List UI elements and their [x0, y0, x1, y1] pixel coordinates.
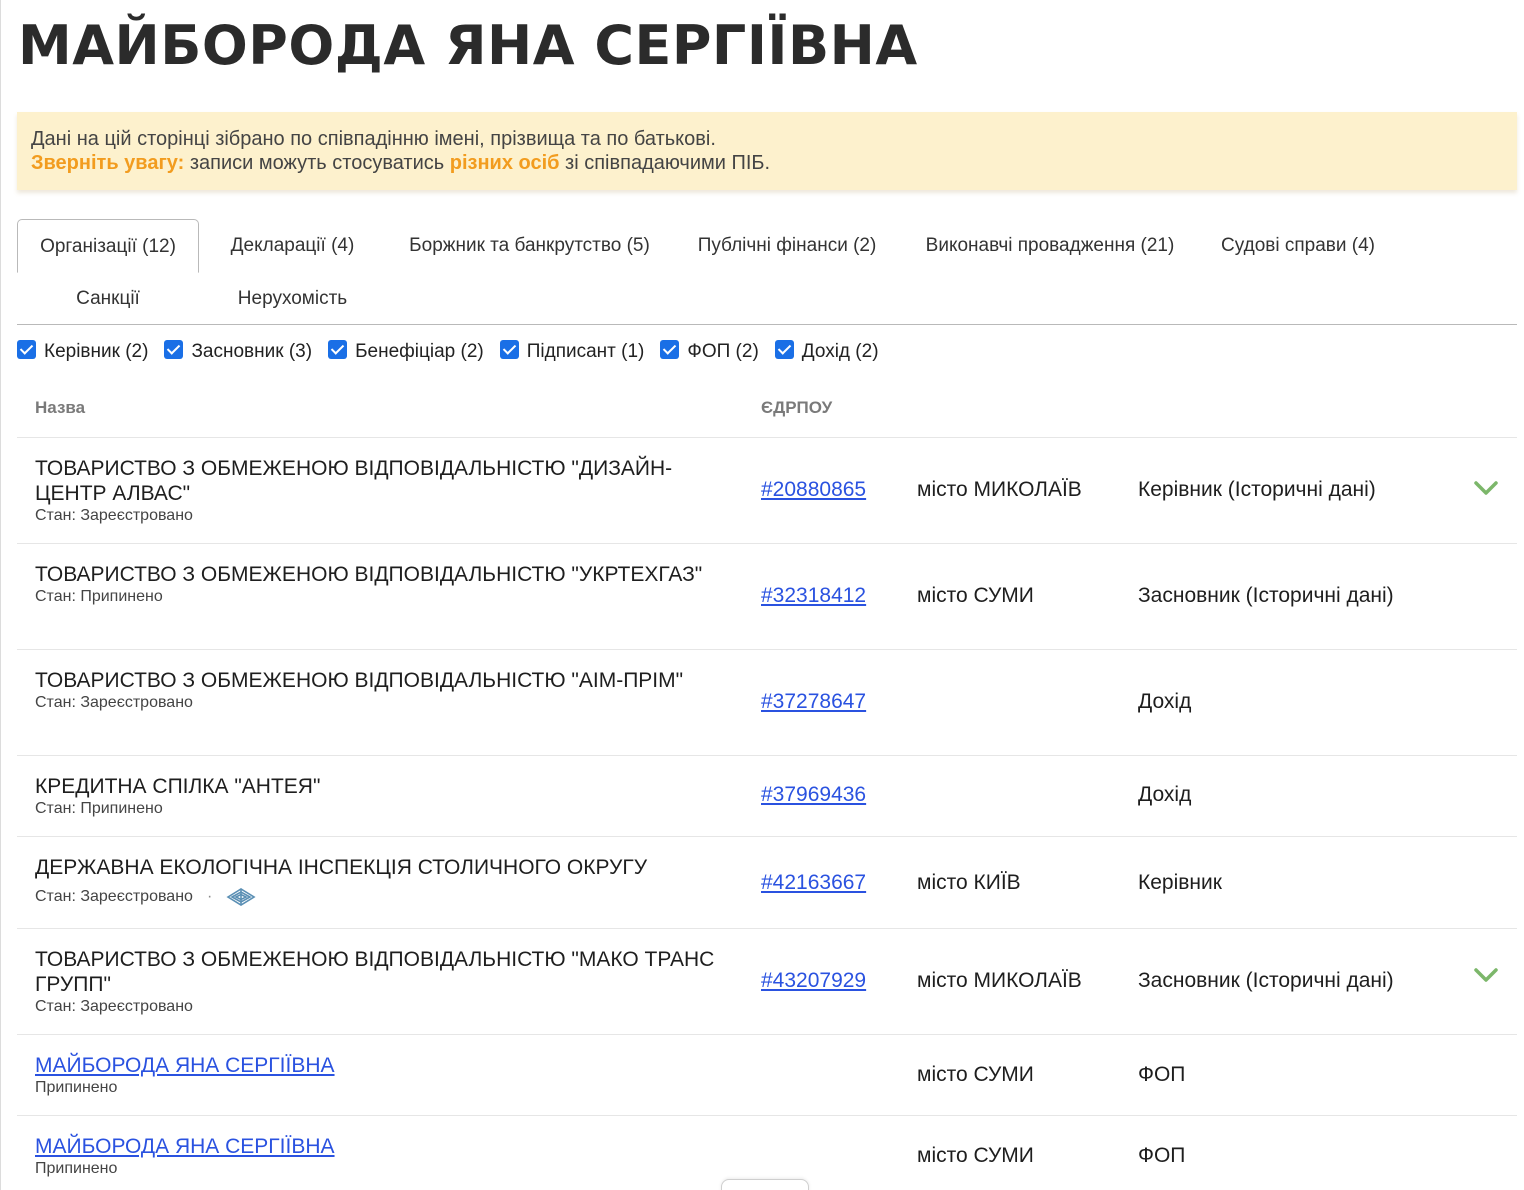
- filter-label: Підписант (1): [526, 341, 645, 362]
- table-row[interactable]: ТОВАРИСТВО З ОБМЕЖЕНОЮ ВІДПОВІДАЛЬНІСТЮ …: [17, 544, 1517, 650]
- org-role: ФОП: [1138, 1063, 1186, 1086]
- org-role: Дохід: [1138, 690, 1192, 713]
- checkbox-checked-icon[interactable]: [660, 339, 680, 359]
- tab-organizations[interactable]: Організації (12): [17, 219, 199, 273]
- table-row[interactable]: ДЕРЖАВНА ЕКОЛОГІЧНА ІНСПЕКЦІЯ СТОЛИЧНОГО…: [17, 837, 1517, 929]
- chevron-down-icon[interactable]: [1473, 965, 1499, 985]
- tab-debtor-bankruptcy[interactable]: Боржник та банкрутство (5): [397, 219, 662, 272]
- org-status: Стан: Припинено: [35, 588, 163, 605]
- org-role: Дохід: [1138, 783, 1192, 806]
- tab-sanctions[interactable]: Санкції: [17, 272, 199, 325]
- org-city: місто МИКОЛАЇВ: [917, 969, 1082, 992]
- checkbox-checked-icon[interactable]: [499, 339, 519, 359]
- tab-public-finance[interactable]: Публічні фінанси (2): [689, 219, 885, 272]
- tab-bar: Організації (12) Декларації (4) Боржник …: [17, 219, 1517, 325]
- chevron-down-icon[interactable]: [1473, 478, 1499, 498]
- filter-label: Керівник (2): [44, 341, 149, 362]
- org-city: місто КИЇВ: [917, 871, 1021, 894]
- org-city: місто МИКОЛАЇВ: [917, 478, 1082, 501]
- tab-enforcement[interactable]: Виконавчі провадження (21): [915, 219, 1185, 272]
- org-status: Припинено: [35, 1160, 118, 1177]
- org-status: Стан: Зареєстровано: [35, 888, 193, 906]
- org-status-line: Стан: Зареєстровано ·: [35, 886, 715, 908]
- filter-label: Засновник (3): [191, 341, 313, 362]
- edrpou-link[interactable]: #43207929: [761, 969, 866, 993]
- filter-signer[interactable]: Підписант (1): [499, 339, 645, 363]
- table-row[interactable]: КРЕДИТНА СПІЛКА "АНТЕЯ" Стан: Припинено …: [17, 756, 1517, 837]
- org-city: місто СУМИ: [917, 584, 1034, 607]
- table-row[interactable]: ТОВАРИСТВО З ОБМЕЖЕНОЮ ВІДПОВІДАЛЬНІСТЮ …: [17, 929, 1517, 1035]
- tab-declarations[interactable]: Декларації (4): [217, 219, 368, 272]
- notice-text-b: зі співпадаючими ПІБ.: [559, 152, 771, 174]
- filter-label: Дохід (2): [801, 341, 879, 362]
- filter-founder[interactable]: Засновник (3): [164, 339, 313, 363]
- organizations-table: Назва ЄДРПОУ ТОВАРИСТВО З ОБМЕЖЕНОЮ ВІДП…: [17, 380, 1517, 1190]
- org-city: місто СУМИ: [917, 1144, 1034, 1167]
- checkbox-checked-icon[interactable]: [164, 339, 184, 359]
- table-row[interactable]: ТОВАРИСТВО З ОБМЕЖЕНОЮ ВІДПОВІДАЛЬНІСТЮ …: [17, 650, 1517, 756]
- separator-dot: ·: [206, 888, 213, 906]
- checkbox-checked-icon[interactable]: [17, 339, 36, 359]
- notice-line-2: Зверніть увагу: записи можуть стосуватис…: [31, 151, 1503, 175]
- filter-income[interactable]: Дохід (2): [774, 339, 879, 363]
- filter-beneficiary[interactable]: Бенефіціар (2): [328, 339, 484, 363]
- role-filters: Керівник (2) Засновник (3) Бенефіціар (2…: [17, 338, 895, 366]
- org-name: ТОВАРИСТВО З ОБМЕЖЕНОЮ ВІДПОВІДАЛЬНІСТЮ …: [35, 563, 703, 586]
- table-row[interactable]: ТОВАРИСТВО З ОБМЕЖЕНОЮ ВІДПОВІДАЛЬНІСТЮ …: [17, 438, 1517, 544]
- notice-line-1: Дані на цій сторінці зібрано по співпаді…: [31, 128, 716, 150]
- tab-real-estate[interactable]: Нерухомість: [217, 272, 368, 325]
- edrpou-link[interactable]: #37969436: [761, 783, 866, 807]
- ministry-logo-icon: [226, 888, 256, 906]
- checkbox-checked-icon[interactable]: [328, 339, 348, 359]
- org-role: ФОП: [1138, 1144, 1186, 1167]
- org-role: Засновник (Історичні дані): [1138, 969, 1394, 992]
- column-header-edrpou: ЄДРПОУ: [761, 398, 833, 417]
- org-status: Стан: Припинено: [35, 800, 163, 817]
- edrpou-link[interactable]: #32318412: [761, 584, 866, 608]
- person-link[interactable]: МАЙБОРОДА ЯНА СЕРГІЇВНА: [35, 1134, 715, 1159]
- org-name: ТОВАРИСТВО З ОБМЕЖЕНОЮ ВІДПОВІДАЛЬНІСТЮ …: [35, 457, 673, 505]
- checkbox-checked-icon[interactable]: [774, 339, 794, 359]
- notice-attention: Зверніть увагу:: [31, 152, 185, 174]
- table-header: Назва ЄДРПОУ: [17, 380, 1517, 438]
- org-name: КРЕДИТНА СПІЛКА "АНТЕЯ": [35, 775, 321, 798]
- edrpou-link[interactable]: #20880865: [761, 478, 866, 502]
- org-name: ТОВАРИСТВО З ОБМЕЖЕНОЮ ВІДПОВІДАЛЬНІСТЮ …: [35, 669, 684, 692]
- notice-banner: Дані на цій сторінці зібрано по співпаді…: [17, 112, 1517, 190]
- org-status: Припинено: [35, 1079, 118, 1096]
- org-status: Стан: Зареєстровано: [35, 507, 193, 524]
- tab-court-cases[interactable]: Судові справи (4): [1214, 219, 1382, 272]
- notice-different-persons: різних осіб: [449, 152, 560, 174]
- org-role: Керівник: [1138, 871, 1222, 894]
- person-link[interactable]: МАЙБОРОДА ЯНА СЕРГІЇВНА: [35, 1053, 715, 1078]
- table-row[interactable]: МАЙБОРОДА ЯНА СЕРГІЇВНА Припинено місто …: [17, 1035, 1517, 1116]
- org-status: Стан: Зареєстровано: [35, 694, 193, 711]
- org-role: Засновник (Історичні дані): [1138, 584, 1394, 607]
- edrpou-link[interactable]: #37278647: [761, 690, 866, 714]
- column-header-name: Назва: [35, 398, 86, 417]
- org-name: ТОВАРИСТВО З ОБМЕЖЕНОЮ ВІДПОВІДАЛЬНІСТЮ …: [35, 948, 715, 996]
- notice-text-a: записи можуть стосуватись: [184, 152, 450, 174]
- org-status: Стан: Зареєстровано: [35, 998, 193, 1015]
- org-name: ДЕРЖАВНА ЕКОЛОГІЧНА ІНСПЕКЦІЯ СТОЛИЧНОГО…: [35, 856, 648, 879]
- filter-label: Бенефіціар (2): [355, 341, 484, 362]
- filter-manager[interactable]: Керівник (2): [17, 339, 149, 363]
- scroll-to-top-handle[interactable]: [721, 1179, 809, 1190]
- org-role: Керівник (Історичні дані): [1138, 478, 1376, 501]
- org-city: місто СУМИ: [917, 1063, 1034, 1086]
- filter-fop[interactable]: ФОП (2): [660, 339, 759, 363]
- filter-label: ФОП (2): [687, 341, 759, 362]
- page-title: МАЙБОРОДА ЯНА СЕРГІЇВНА: [18, 14, 918, 77]
- edrpou-link[interactable]: #42163667: [761, 871, 866, 895]
